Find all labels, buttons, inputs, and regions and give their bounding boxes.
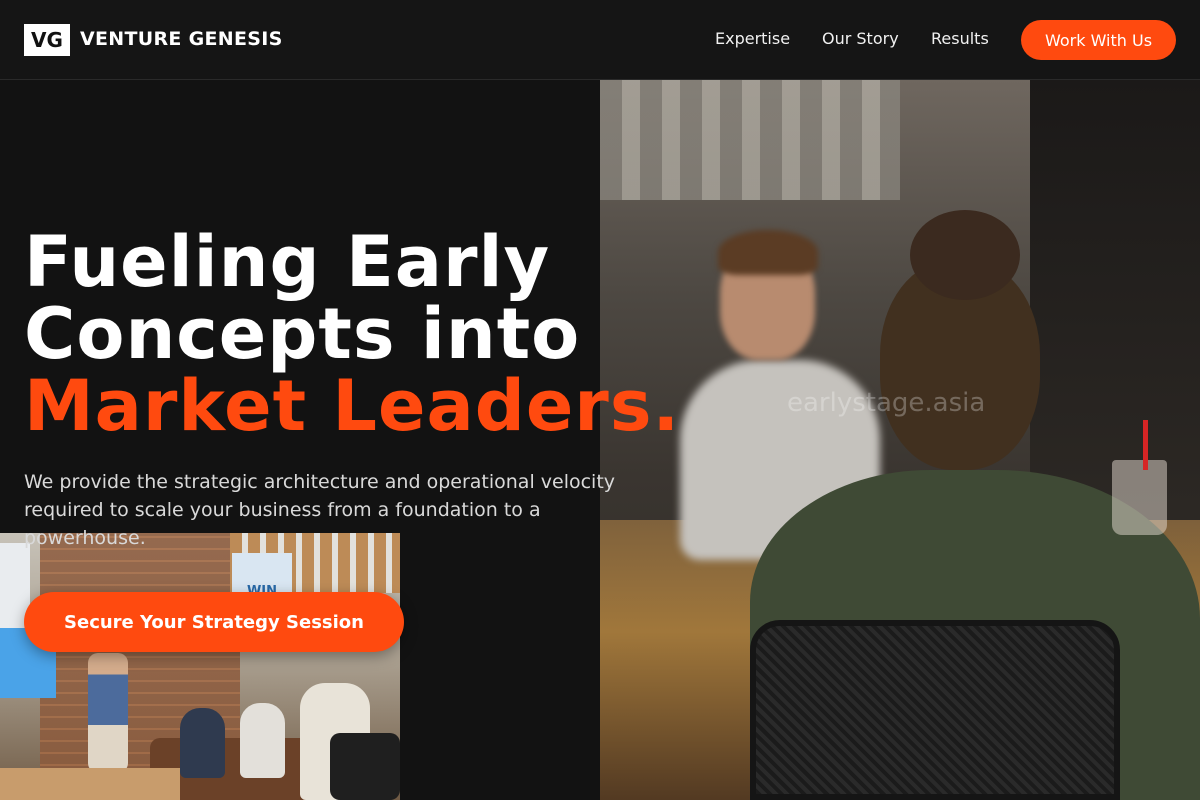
- nav-link-results[interactable]: Results: [931, 29, 989, 48]
- photo-cup: [1112, 460, 1167, 535]
- hero-description: We provide the strategic architecture an…: [24, 471, 616, 549]
- photo-office-chair: [330, 733, 400, 800]
- logo-mark[interactable]: VG: [24, 24, 70, 56]
- photo-woman-bun: [910, 210, 1020, 300]
- hero-title-line-1: Fueling Early: [24, 221, 551, 303]
- photo-presenter: [88, 653, 128, 773]
- nav-link-our-story[interactable]: Our Story: [822, 29, 899, 48]
- office-presentation-photo: WIN: [0, 533, 400, 800]
- photo-watermark: earlystage.asia: [787, 388, 986, 418]
- site-header: VG VENTURE GENESIS Expertise Our Story R…: [0, 0, 1200, 80]
- brand-name[interactable]: VENTURE GENESIS: [80, 28, 283, 50]
- hero-title-accent: Market Leaders.: [24, 365, 681, 447]
- photo-straw: [1143, 420, 1148, 470]
- photo-attendee: [240, 703, 285, 778]
- work-with-us-button[interactable]: Work With Us: [1021, 20, 1176, 60]
- photo-chair: [750, 620, 1120, 800]
- nav-link-expertise[interactable]: Expertise: [715, 29, 790, 48]
- strategy-session-button[interactable]: Secure Your Strategy Session: [24, 592, 404, 652]
- photo-window: [600, 80, 900, 200]
- photo-table: [0, 768, 180, 800]
- photo-attendee: [180, 708, 225, 778]
- hero-title-line-2: Concepts into: [24, 293, 581, 375]
- hero-title: Fueling Early Concepts into Market Leade…: [24, 226, 744, 442]
